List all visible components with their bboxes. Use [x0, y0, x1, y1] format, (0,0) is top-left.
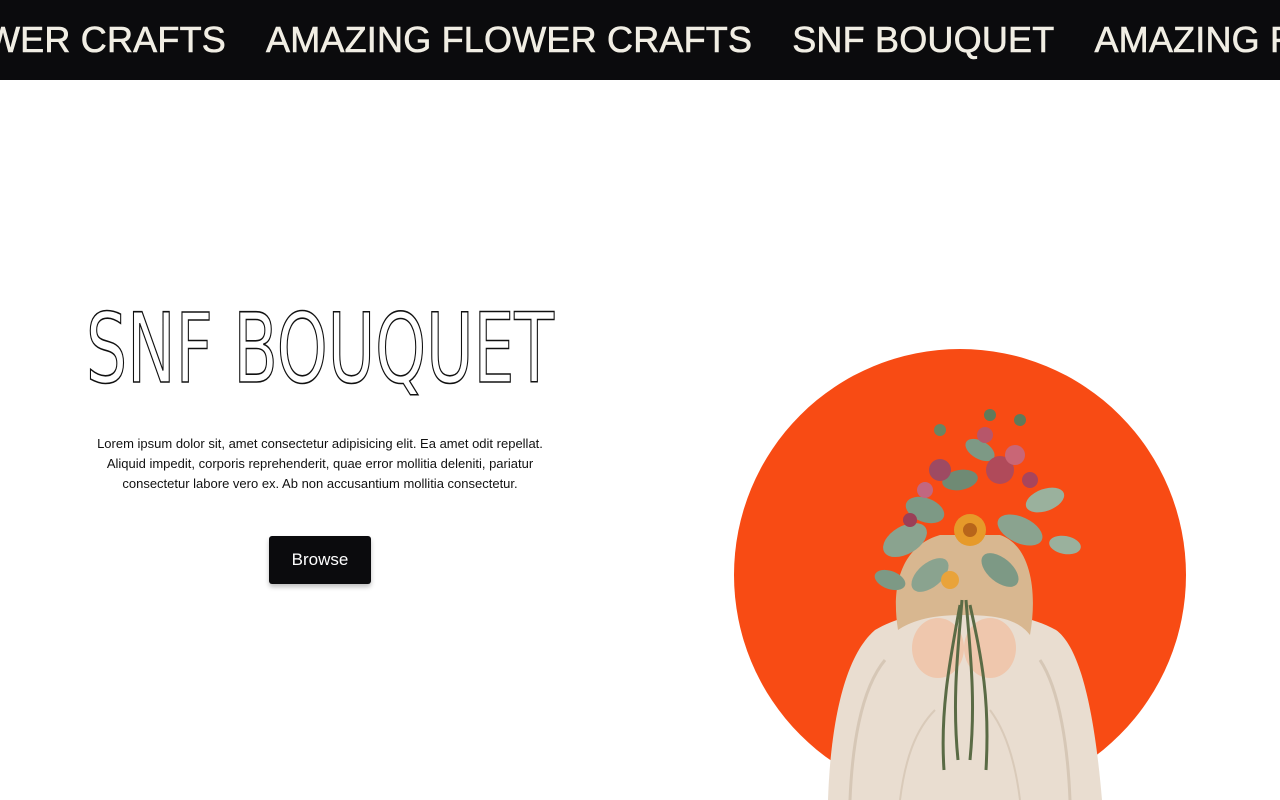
marquee-item: SNF BOUQUET — [792, 19, 1055, 61]
marquee-item: AMAZING FLO — [1094, 19, 1280, 61]
marquee-item: WER CRAFTS — [0, 19, 226, 61]
hero-title-outer: SNF BOUQUET — [86, 293, 554, 400]
hero-content: SNF BOUQUET Lorem ipsum dolor sit, amet … — [80, 290, 560, 584]
hero-image — [700, 330, 1220, 800]
hero-description: Lorem ipsum dolor sit, amet consectetur … — [97, 436, 543, 491]
hero-title: SNF BOUQUET — [85, 292, 555, 400]
marquee-track: WER CRAFTS AMAZING FLOWER CRAFTS SNF BOU… — [0, 0, 1280, 80]
bouquet-illustration — [734, 349, 1186, 800]
marquee-banner: WER CRAFTS AMAZING FLOWER CRAFTS SNF BOU… — [0, 0, 1280, 80]
marquee-item: AMAZING FLOWER CRAFTS — [266, 19, 753, 61]
person-sweater — [828, 610, 1102, 800]
browse-button[interactable]: Browse — [269, 536, 371, 584]
